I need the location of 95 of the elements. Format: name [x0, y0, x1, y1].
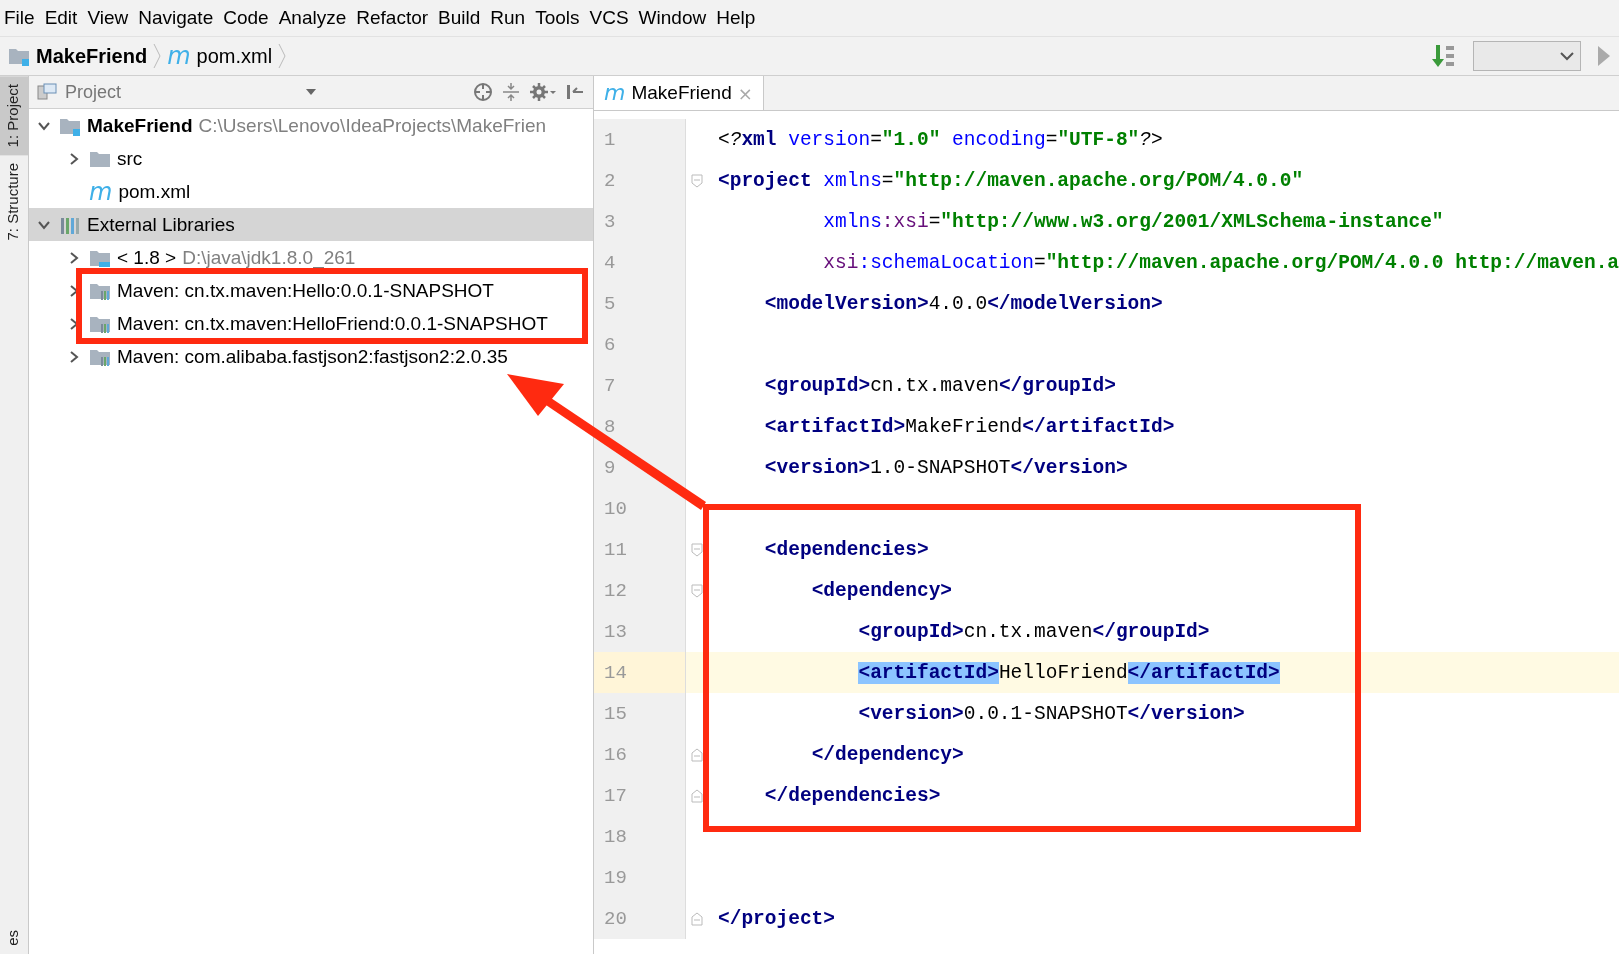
line-number: 5 — [594, 283, 685, 324]
tree-item[interactable]: < 1.8 > D:\java\jdk1.8.0_261 — [29, 241, 593, 274]
breadcrumb-separator-icon — [153, 43, 162, 69]
tab-label: MakeFriend — [631, 82, 732, 104]
line-number: 2 — [594, 160, 685, 201]
breadcrumb-separator-icon — [278, 43, 287, 69]
menu-item[interactable]: View — [85, 7, 137, 29]
tool-window-tab[interactable]: 1: Project — [0, 76, 28, 156]
tree-item[interactable]: Maven: cn.tx.maven:Hello:0.0.1-SNAPSHOT — [29, 274, 593, 307]
tree-item[interactable]: src — [29, 142, 593, 175]
tree-item[interactable]: Maven: cn.tx.maven:HelloFriend:0.0.1-SNAPSHOT — [29, 307, 593, 340]
menu-item[interactable]: Tools — [533, 7, 588, 29]
code-line: </project> — [717, 907, 836, 930]
menu-item[interactable]: Navigate — [136, 7, 222, 29]
line-number: 19 — [594, 857, 685, 898]
code-line: <project xmlns="http://maven.apache.org/POM/4.0.0" — [717, 169, 1304, 192]
breadcrumb-project[interactable]: MakeFriend — [36, 44, 148, 68]
tree-item-label: Maven: cn.tx.maven:Hello:0.0.1-SNAPSHOT — [117, 279, 494, 302]
menu-item[interactable]: Refactor — [354, 7, 437, 29]
project-view-icon — [37, 83, 57, 101]
code-line: </dependencies> — [763, 784, 941, 807]
line-number: 16 — [594, 734, 685, 775]
code-line: <groupId>cn.tx.maven</groupId> — [763, 374, 1116, 397]
line-number: 4 — [594, 242, 685, 283]
line-number: 10 — [594, 488, 685, 529]
code-line: </dependency> — [810, 743, 964, 766]
code-line: <modelVersion>4.0.0</modelVersion> — [763, 292, 1163, 315]
line-number: 8 — [594, 406, 685, 447]
line-number: 6 — [594, 324, 685, 365]
folder-icon — [8, 46, 30, 66]
maven-file-icon: m — [89, 179, 113, 204]
code-line: <version>1.0-SNAPSHOT</version> — [763, 456, 1128, 479]
tree-item[interactable]: External Libraries — [29, 208, 593, 241]
menu-item[interactable]: Window — [636, 7, 715, 29]
code-line: <artifactId>HelloFriend</artifactId> — [857, 661, 1280, 684]
path-hint: C:\Users\Lenovo\IdeaProjects\MakeFrien — [198, 114, 547, 137]
menu-item[interactable]: Code — [221, 7, 277, 29]
locate-icon[interactable] — [473, 82, 493, 102]
tree-item[interactable]: m pom.xml — [29, 175, 593, 208]
tree-item[interactable]: Maven: com.alibaba.fastjson2:fastjson2:2.0.35 — [29, 340, 593, 373]
code-line: <groupId>cn.tx.maven</groupId> — [857, 620, 1210, 643]
breadcrumb-file[interactable]: pom.xml — [196, 44, 273, 68]
code-line: <artifactId>MakeFriend</artifactId> — [763, 415, 1175, 438]
line-number: 11 — [594, 529, 685, 570]
tree-item-label: < 1.8 > — [117, 246, 177, 269]
hide-panel-icon[interactable] — [565, 82, 585, 102]
tree-item-label: pom.xml — [118, 180, 191, 203]
tree-item-label: src — [117, 147, 143, 170]
dropdown-caret-icon[interactable] — [305, 88, 317, 96]
menu-item[interactable]: VCS — [587, 7, 637, 29]
fold-marker-icon[interactable] — [691, 542, 703, 557]
tool-window-tab[interactable]: 7: Structure — [0, 155, 28, 249]
fold-marker-icon[interactable] — [691, 747, 703, 762]
menu-item[interactable]: Run — [488, 7, 534, 29]
chevron-down-icon — [1560, 51, 1574, 61]
code-line: xsi:schemaLocation="http://maven.apache.org/POM/4.0.0 http://maven.a — [822, 251, 1619, 274]
line-number: 20 — [594, 898, 685, 939]
line-number: 1 — [594, 119, 685, 160]
menu-item[interactable]: Help — [714, 7, 764, 29]
line-number: 7 — [594, 365, 685, 406]
code-line: <dependency> — [810, 579, 953, 602]
line-number: 17 — [594, 775, 685, 816]
path-hint: D:\java\jdk1.8.0_261 — [182, 246, 356, 269]
code-line: xmlns:xsi="http://www.w3.org/2001/XMLSchema-instance" — [822, 210, 1444, 233]
maven-file-icon: m — [167, 44, 191, 68]
fold-marker-icon[interactable] — [691, 911, 703, 926]
line-number: 12 — [594, 570, 685, 611]
line-number: 13 — [594, 611, 685, 652]
menu-item[interactable]: Build — [436, 7, 489, 29]
settings-icon[interactable] — [529, 82, 557, 102]
download-binary-icon[interactable] — [1431, 43, 1457, 69]
menu-item[interactable]: File — [2, 7, 43, 29]
code-line: <?xml version="1.0" encoding="UTF-8"?> — [717, 128, 1163, 151]
code-line: <dependencies> — [763, 538, 929, 561]
line-number: 18 — [594, 816, 685, 857]
tree-item-label: Maven: cn.tx.maven:HelloFriend:0.0.1-SNAPSHOT — [117, 312, 548, 335]
collapse-all-icon[interactable] — [501, 82, 521, 102]
menu-item[interactable]: Analyze — [276, 7, 355, 29]
fold-marker-icon[interactable] — [691, 583, 703, 598]
code-line: <version>0.0.1-SNAPSHOT</version> — [857, 702, 1245, 725]
menu-item[interactable]: Edit — [42, 7, 86, 29]
line-number: 3 — [594, 201, 685, 242]
tree-item-label: External Libraries — [87, 213, 235, 236]
maven-file-icon: m — [604, 82, 626, 104]
tree-item[interactable]: MakeFriend C:\Users\Lenovo\IdeaProjects\MakeFrien — [29, 109, 593, 142]
tree-item-label: MakeFriend — [87, 114, 193, 137]
panel-title[interactable]: Project — [65, 81, 122, 103]
fold-marker-icon[interactable] — [691, 173, 703, 188]
tree-item-label: Maven: com.alibaba.fastjson2:fastjson2:2.0.35 — [117, 345, 508, 368]
line-number: 15 — [594, 693, 685, 734]
editor-tab[interactable]: m MakeFriend × — [594, 76, 764, 110]
run-icon[interactable] — [1597, 45, 1611, 67]
line-number: 14 — [594, 652, 685, 693]
tool-window-tab[interactable]: es — [0, 922, 28, 954]
fold-marker-icon[interactable] — [691, 788, 703, 803]
